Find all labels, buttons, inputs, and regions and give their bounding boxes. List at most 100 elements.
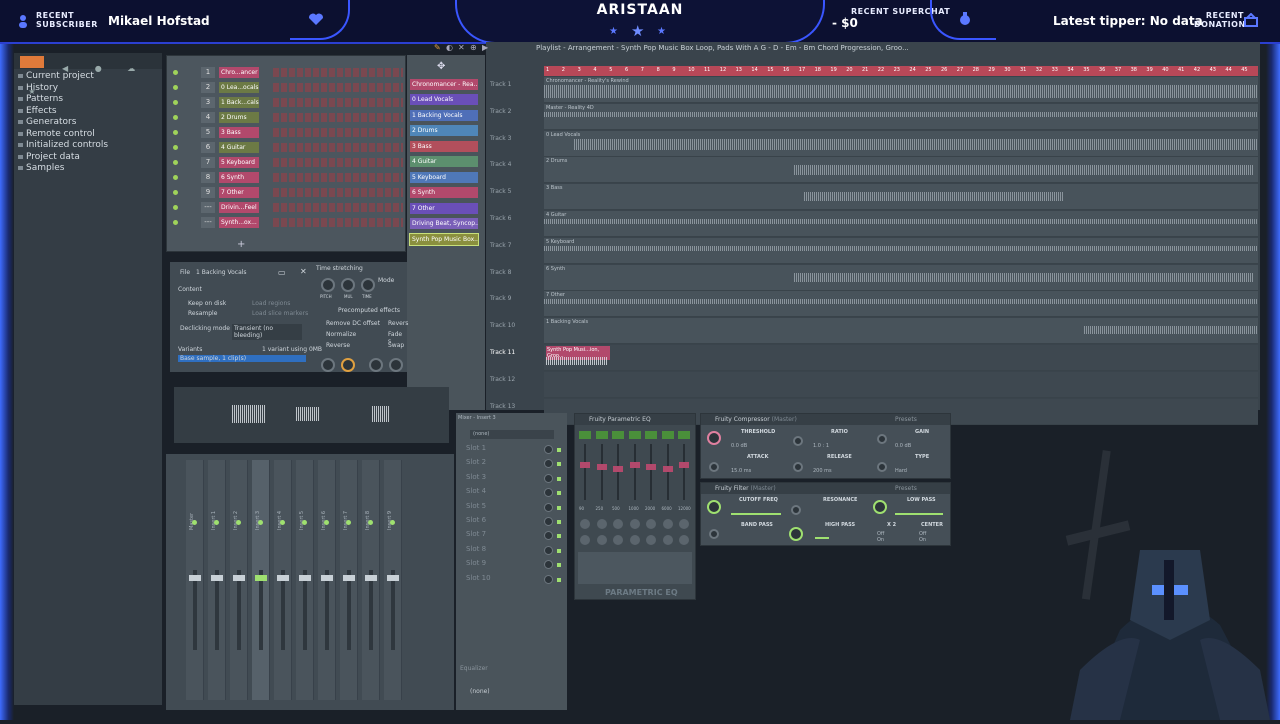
mul-knob[interactable] bbox=[341, 278, 355, 292]
mixer-send-led[interactable] bbox=[280, 520, 285, 525]
peq-band-toggle[interactable] bbox=[645, 431, 657, 439]
mixer-strip[interactable]: Master bbox=[186, 460, 204, 700]
channel-led[interactable] bbox=[173, 175, 178, 180]
track-lane[interactable]: 0 Lead Vocals bbox=[544, 130, 1258, 157]
declicking-select[interactable]: Transient (no bleeding) bbox=[232, 324, 302, 340]
fx-slot-led[interactable] bbox=[557, 563, 561, 568]
track-lane[interactable]: Master - Reality 4D bbox=[544, 103, 1258, 130]
cutoff-knob[interactable] bbox=[707, 500, 721, 514]
highpass-knob[interactable] bbox=[789, 527, 803, 541]
browser-item-patterns[interactable]: Patterns bbox=[14, 94, 162, 106]
mixer-strip[interactable]: Insert 9 bbox=[384, 460, 402, 700]
fx-slot-mix-knob[interactable] bbox=[544, 502, 553, 512]
mixer-send-led[interactable] bbox=[324, 520, 329, 525]
pattern-item[interactable]: 6 Synth bbox=[410, 187, 478, 198]
fx-slot-mix-knob[interactable] bbox=[544, 445, 553, 454]
type-value[interactable]: Hard bbox=[895, 468, 907, 474]
channel-number[interactable]: 2 bbox=[201, 82, 215, 93]
sample-waveform[interactable] bbox=[174, 387, 449, 443]
peq-band-knob[interactable] bbox=[629, 535, 640, 545]
pattern-item[interactable]: 2 Drums bbox=[410, 125, 478, 136]
track-header[interactable]: Track 11 bbox=[486, 345, 544, 371]
filter-presets[interactable]: Presets bbox=[895, 483, 917, 494]
track-lane[interactable]: 3 Bass bbox=[544, 184, 1258, 211]
peq-band-knob[interactable] bbox=[646, 519, 656, 529]
mixer-strip[interactable]: Insert 6 bbox=[318, 460, 336, 700]
peq-band-knob[interactable] bbox=[613, 535, 623, 545]
track-lane[interactable]: 7 Other bbox=[544, 291, 1258, 318]
attack-knob[interactable] bbox=[709, 462, 719, 472]
pattern-item[interactable]: 7 Other bbox=[410, 203, 478, 214]
channel-led[interactable] bbox=[173, 220, 178, 225]
peq-band-slider[interactable] bbox=[600, 444, 603, 500]
fx-slot-led[interactable] bbox=[557, 476, 561, 481]
in-knob[interactable] bbox=[369, 358, 383, 372]
mixer-strip[interactable]: Insert 7 bbox=[340, 460, 358, 700]
pattern-item[interactable]: 1 Backing Vocals bbox=[410, 110, 478, 121]
channel-number[interactable]: 5 bbox=[201, 127, 215, 138]
channel-number[interactable]: 3 bbox=[201, 97, 215, 108]
fx-slot-mix-knob[interactable] bbox=[544, 517, 553, 526]
load-slice-markers-checkbox[interactable]: Load slice markers bbox=[252, 310, 308, 317]
paint-icon[interactable]: ◐ bbox=[446, 43, 453, 52]
mixer-strip[interactable]: Insert 1 bbox=[208, 460, 226, 700]
peq-band-knob[interactable] bbox=[646, 535, 656, 545]
mixer-strip[interactable]: Insert 4 bbox=[274, 460, 292, 700]
highpass-slider[interactable] bbox=[815, 537, 829, 539]
peq-band-slider[interactable] bbox=[666, 444, 669, 500]
channel-led[interactable] bbox=[173, 85, 178, 90]
channel-name-button[interactable]: Drivin...Feel bbox=[219, 202, 259, 213]
zoom-icon[interactable]: ⊕ bbox=[470, 43, 477, 52]
mixer-fx-slot[interactable]: Slot 1 bbox=[466, 444, 561, 457]
mixer-fader-handle[interactable] bbox=[211, 575, 223, 581]
mixer-fader-handle[interactable] bbox=[299, 575, 311, 581]
channel-name-button[interactable]: 6 Synth bbox=[219, 172, 259, 183]
mixer-strip[interactable]: Insert 5 bbox=[296, 460, 314, 700]
mixer-strip[interactable]: Insert 8 bbox=[362, 460, 380, 700]
insert-output-select[interactable]: (none) bbox=[470, 688, 490, 695]
browser-item-history[interactable]: History bbox=[14, 83, 162, 95]
type-knob[interactable] bbox=[877, 462, 887, 472]
delete-icon[interactable]: ✕ bbox=[458, 43, 465, 52]
channel-name-button[interactable]: 3 Bass bbox=[219, 127, 259, 138]
peq-band-knob[interactable] bbox=[629, 519, 640, 529]
threshold-knob[interactable] bbox=[707, 431, 721, 445]
pattern-item[interactable]: 5 Keyboard bbox=[410, 172, 478, 183]
mixer-send-led[interactable] bbox=[236, 520, 241, 525]
channel-led[interactable] bbox=[173, 130, 178, 135]
peq-graph[interactable] bbox=[578, 552, 692, 584]
track-lane[interactable]: 2 Drums bbox=[544, 157, 1258, 184]
pattern-item[interactable]: Driving Beat, Syncop... bbox=[410, 218, 478, 229]
step-sequencer[interactable] bbox=[273, 83, 403, 92]
channel-led[interactable] bbox=[173, 205, 178, 210]
fx-slot-led[interactable] bbox=[557, 534, 561, 539]
channel-name-button[interactable]: 4 Guitar bbox=[219, 142, 259, 153]
channel-led[interactable] bbox=[173, 190, 178, 195]
lowpass-knob[interactable] bbox=[873, 500, 887, 514]
timeline-ruler[interactable]: 1 2 3 4 5 6 7 8 9 10 11 12 13 14 15 16 17 18 19 20 21 22 23 24 2… bbox=[544, 66, 1258, 76]
peq-band-toggle[interactable] bbox=[579, 431, 591, 439]
mixer-send-led[interactable] bbox=[302, 520, 307, 525]
peq-band-knob[interactable] bbox=[596, 535, 607, 545]
variant-item[interactable]: Base sample, 1 clip(s) bbox=[178, 355, 306, 362]
fx-slot-led[interactable] bbox=[557, 577, 561, 582]
track-header[interactable]: Track 12 bbox=[486, 372, 544, 398]
ratio-knob[interactable] bbox=[793, 436, 803, 446]
peq-band-knob[interactable] bbox=[580, 535, 590, 545]
mixer-fader-handle[interactable] bbox=[343, 575, 355, 581]
track-header[interactable]: Track 6 bbox=[486, 211, 544, 237]
channel-led[interactable] bbox=[173, 160, 178, 165]
browser-item-remote-control[interactable]: Remote control bbox=[14, 129, 162, 141]
gain-knob[interactable] bbox=[877, 434, 887, 444]
peq-band-slider[interactable] bbox=[683, 444, 685, 500]
track-header[interactable]: Track 5 bbox=[486, 184, 544, 210]
fx-slot-led[interactable] bbox=[557, 448, 561, 452]
channel-number[interactable]: 9 bbox=[201, 187, 215, 198]
mixer-fader-handle[interactable] bbox=[189, 575, 201, 581]
add-channel-icon[interactable]: + bbox=[237, 239, 245, 250]
insert-preset-select[interactable]: (none) bbox=[470, 430, 554, 439]
track-header[interactable]: Track 7 bbox=[486, 238, 544, 264]
channel-number[interactable]: 8 bbox=[201, 172, 215, 183]
mixer-fx-slot[interactable]: Slot 8 bbox=[466, 545, 561, 558]
browser-item-project-data[interactable]: Project data bbox=[14, 152, 162, 164]
